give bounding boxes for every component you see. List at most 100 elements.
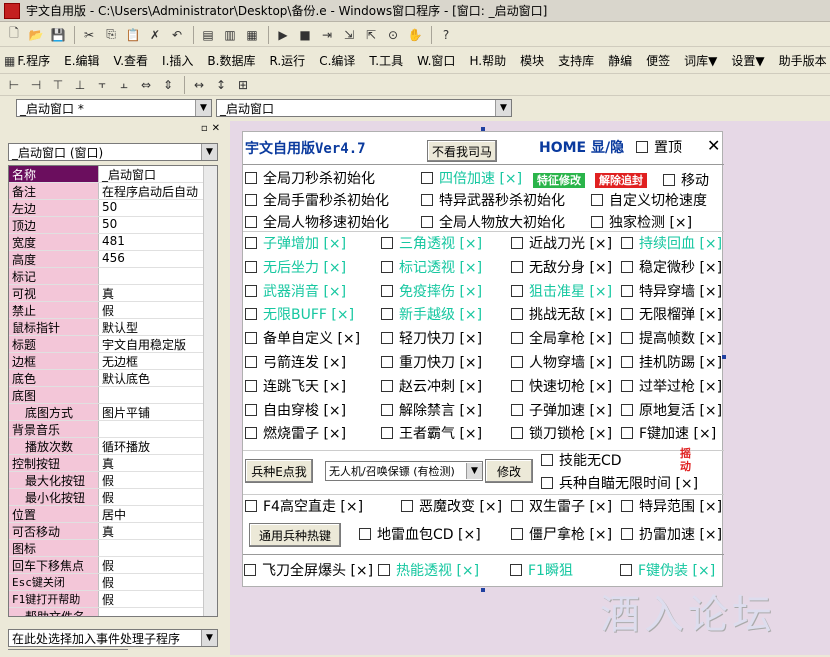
property-value[interactable] <box>99 268 217 284</box>
checkbox-box[interactable] <box>245 172 257 184</box>
property-value[interactable]: 假 <box>99 591 217 607</box>
panel-tabs[interactable] <box>8 649 128 657</box>
save-icon[interactable]: 💾 <box>48 25 68 45</box>
checkbox-box[interactable] <box>381 284 393 297</box>
checkbox-box[interactable] <box>381 332 393 345</box>
menu-assistant[interactable]: 助手版本 <box>779 52 827 69</box>
checkbox-box[interactable] <box>421 216 433 228</box>
option-checkbox[interactable]: 全局人物放大初始化 <box>421 214 565 232</box>
property-value[interactable]: 假 <box>99 489 217 505</box>
feature-checkbox[interactable]: 燃烧雷子 [×] <box>245 425 346 443</box>
breakpoint-icon[interactable]: ⊙ <box>383 25 403 45</box>
checkbox-box[interactable] <box>245 308 257 321</box>
property-value[interactable]: 真 <box>99 523 217 539</box>
weapon-e-button[interactable]: 兵种E点我 <box>245 459 313 483</box>
chevron-down-icon[interactable]: ▼ <box>466 463 482 479</box>
checkbox-box[interactable] <box>511 379 523 392</box>
feature-checkbox[interactable]: 弓箭连发 [×] <box>245 354 346 372</box>
feature-checkbox[interactable]: 原地复活 [×] <box>621 402 722 420</box>
checkbox-box[interactable] <box>541 477 553 489</box>
align-left-icon[interactable]: ⊢ <box>4 75 24 95</box>
feature-checkbox[interactable]: 僵尸拿枪 [×] <box>511 526 612 544</box>
layout-1-icon[interactable]: ▤ <box>198 25 218 45</box>
property-row[interactable]: 底图方式 图片平铺 <box>9 404 217 421</box>
menu-module[interactable]: 模块 <box>520 52 544 69</box>
property-value[interactable] <box>99 421 217 437</box>
feature-checkbox[interactable]: 备单自定义 [×] <box>245 330 360 348</box>
checkbox-box[interactable] <box>245 332 257 345</box>
checkbox-box[interactable] <box>621 308 633 321</box>
property-row[interactable]: 最大化按钮假 <box>9 472 217 489</box>
menu-support-lib[interactable]: 支持库 <box>558 52 594 69</box>
hotkey-button[interactable]: 通用兵种热键 <box>249 523 341 547</box>
feature-checkbox[interactable]: 全局拿枪 [×] <box>511 330 612 348</box>
checkbox-box[interactable] <box>245 237 257 249</box>
property-row[interactable]: 底图 <box>9 387 217 404</box>
property-value[interactable]: 图片平铺 <box>99 404 217 420</box>
feature-checkbox[interactable]: F键加速 [×] <box>621 425 716 443</box>
paste-icon[interactable]: 📋 <box>123 25 143 45</box>
menu-insert[interactable]: I.插入 <box>162 52 193 69</box>
checkbox-box[interactable] <box>421 172 433 184</box>
event-handler-combo[interactable]: 在此处选择加入事件处理子程序 ▼ <box>8 629 218 647</box>
property-value[interactable]: 假 <box>99 574 217 590</box>
feature-checkbox[interactable]: 快速切枪 [×] <box>511 378 612 396</box>
layout-2-icon[interactable]: ▥ <box>220 25 240 45</box>
property-row[interactable]: 高度 456 <box>9 251 217 268</box>
property-row[interactable]: 边框 无边框 <box>9 353 217 370</box>
checkbox-box[interactable] <box>511 237 523 249</box>
property-row[interactable]: 背景音乐 <box>9 421 217 438</box>
space-horizontal-icon[interactable]: ↔ <box>189 75 209 95</box>
checkbox-box[interactable] <box>511 427 523 440</box>
feature-checkbox[interactable]: 无敌分身 [×] <box>511 259 612 277</box>
pin-icon[interactable]: ▫ <box>201 123 208 134</box>
feature-checkbox[interactable]: 无限榴弹 [×] <box>621 306 722 324</box>
checkbox-box[interactable] <box>381 403 393 416</box>
property-value[interactable]: 真 <box>99 285 217 301</box>
menu-grid-icon[interactable]: ▦ <box>4 51 15 71</box>
copy-icon[interactable]: ⎘ <box>101 25 121 45</box>
cut-icon[interactable]: ✂ <box>79 25 99 45</box>
property-value[interactable] <box>99 387 217 403</box>
menu-program[interactable]: F.程序 <box>17 52 50 69</box>
option-checkbox[interactable]: 自定义切枪速度 <box>591 192 707 210</box>
property-row[interactable]: 最小化按钮假 <box>9 489 217 506</box>
feature-checkbox[interactable]: 解除禁言 [×] <box>381 402 482 420</box>
property-row[interactable]: 控制按钮真 <box>9 455 217 472</box>
checkbox-box[interactable] <box>621 237 633 249</box>
property-row[interactable]: 位置 居中 <box>9 506 217 523</box>
checkbox-box[interactable] <box>245 356 257 368</box>
property-value[interactable]: 在程序启动后自动 <box>99 183 217 199</box>
property-value[interactable] <box>99 608 217 616</box>
property-row[interactable]: 宽度 481 <box>9 234 217 251</box>
feature-checkbox[interactable]: F4高空直走 [×] <box>245 498 363 516</box>
feature-checkbox[interactable]: 自由穿梭 [×] <box>245 402 346 420</box>
checkbox-box[interactable] <box>621 500 633 512</box>
property-row[interactable]: 可否移动真 <box>9 523 217 540</box>
step-out-icon[interactable]: ⇱ <box>361 25 381 45</box>
checkbox-box[interactable] <box>636 141 648 153</box>
checkbox-box[interactable] <box>621 284 633 297</box>
auto-aim-checkbox[interactable]: 兵种自瞄无限时间 [×] <box>541 475 698 493</box>
chevron-down-icon[interactable]: ▼ <box>201 144 217 160</box>
menu-dictionary[interactable]: 词库▼ <box>684 52 717 69</box>
property-row[interactable]: Esc键关闭假 <box>9 574 217 591</box>
feature-checkbox[interactable]: 子弹加速 [×] <box>511 402 612 420</box>
home-toggle-label[interactable]: HOME 显/隐 <box>539 139 624 157</box>
move-checkbox[interactable]: 移动 <box>663 172 709 190</box>
property-row[interactable]: 帮助文件名 <box>9 608 217 616</box>
feature-checkbox[interactable]: F1瞬狙 <box>510 562 573 580</box>
checkbox-box[interactable] <box>245 194 257 206</box>
align-bottom-icon[interactable]: ⫠ <box>114 75 134 95</box>
property-value[interactable]: _启动窗口 <box>99 166 217 182</box>
menu-view[interactable]: V.查看 <box>114 52 148 69</box>
startup-window-form[interactable]: 宇文自用版Ver4.7 不看我司马 HOME 显/隐 置顶 ✕ 特征修改 解除追… <box>242 131 724 587</box>
object-type-combo[interactable]: _启动窗口 (窗口) ▼ <box>8 143 218 161</box>
property-value[interactable]: 456 <box>99 251 217 267</box>
feature-checkbox[interactable]: 扔雷加速 [×] <box>621 526 722 544</box>
checkbox-box[interactable] <box>621 356 633 368</box>
checkbox-box[interactable] <box>421 194 433 206</box>
property-row[interactable]: 回车下移焦点假 <box>9 557 217 574</box>
checkbox-box[interactable] <box>511 500 523 512</box>
checkbox-box[interactable] <box>381 379 393 392</box>
